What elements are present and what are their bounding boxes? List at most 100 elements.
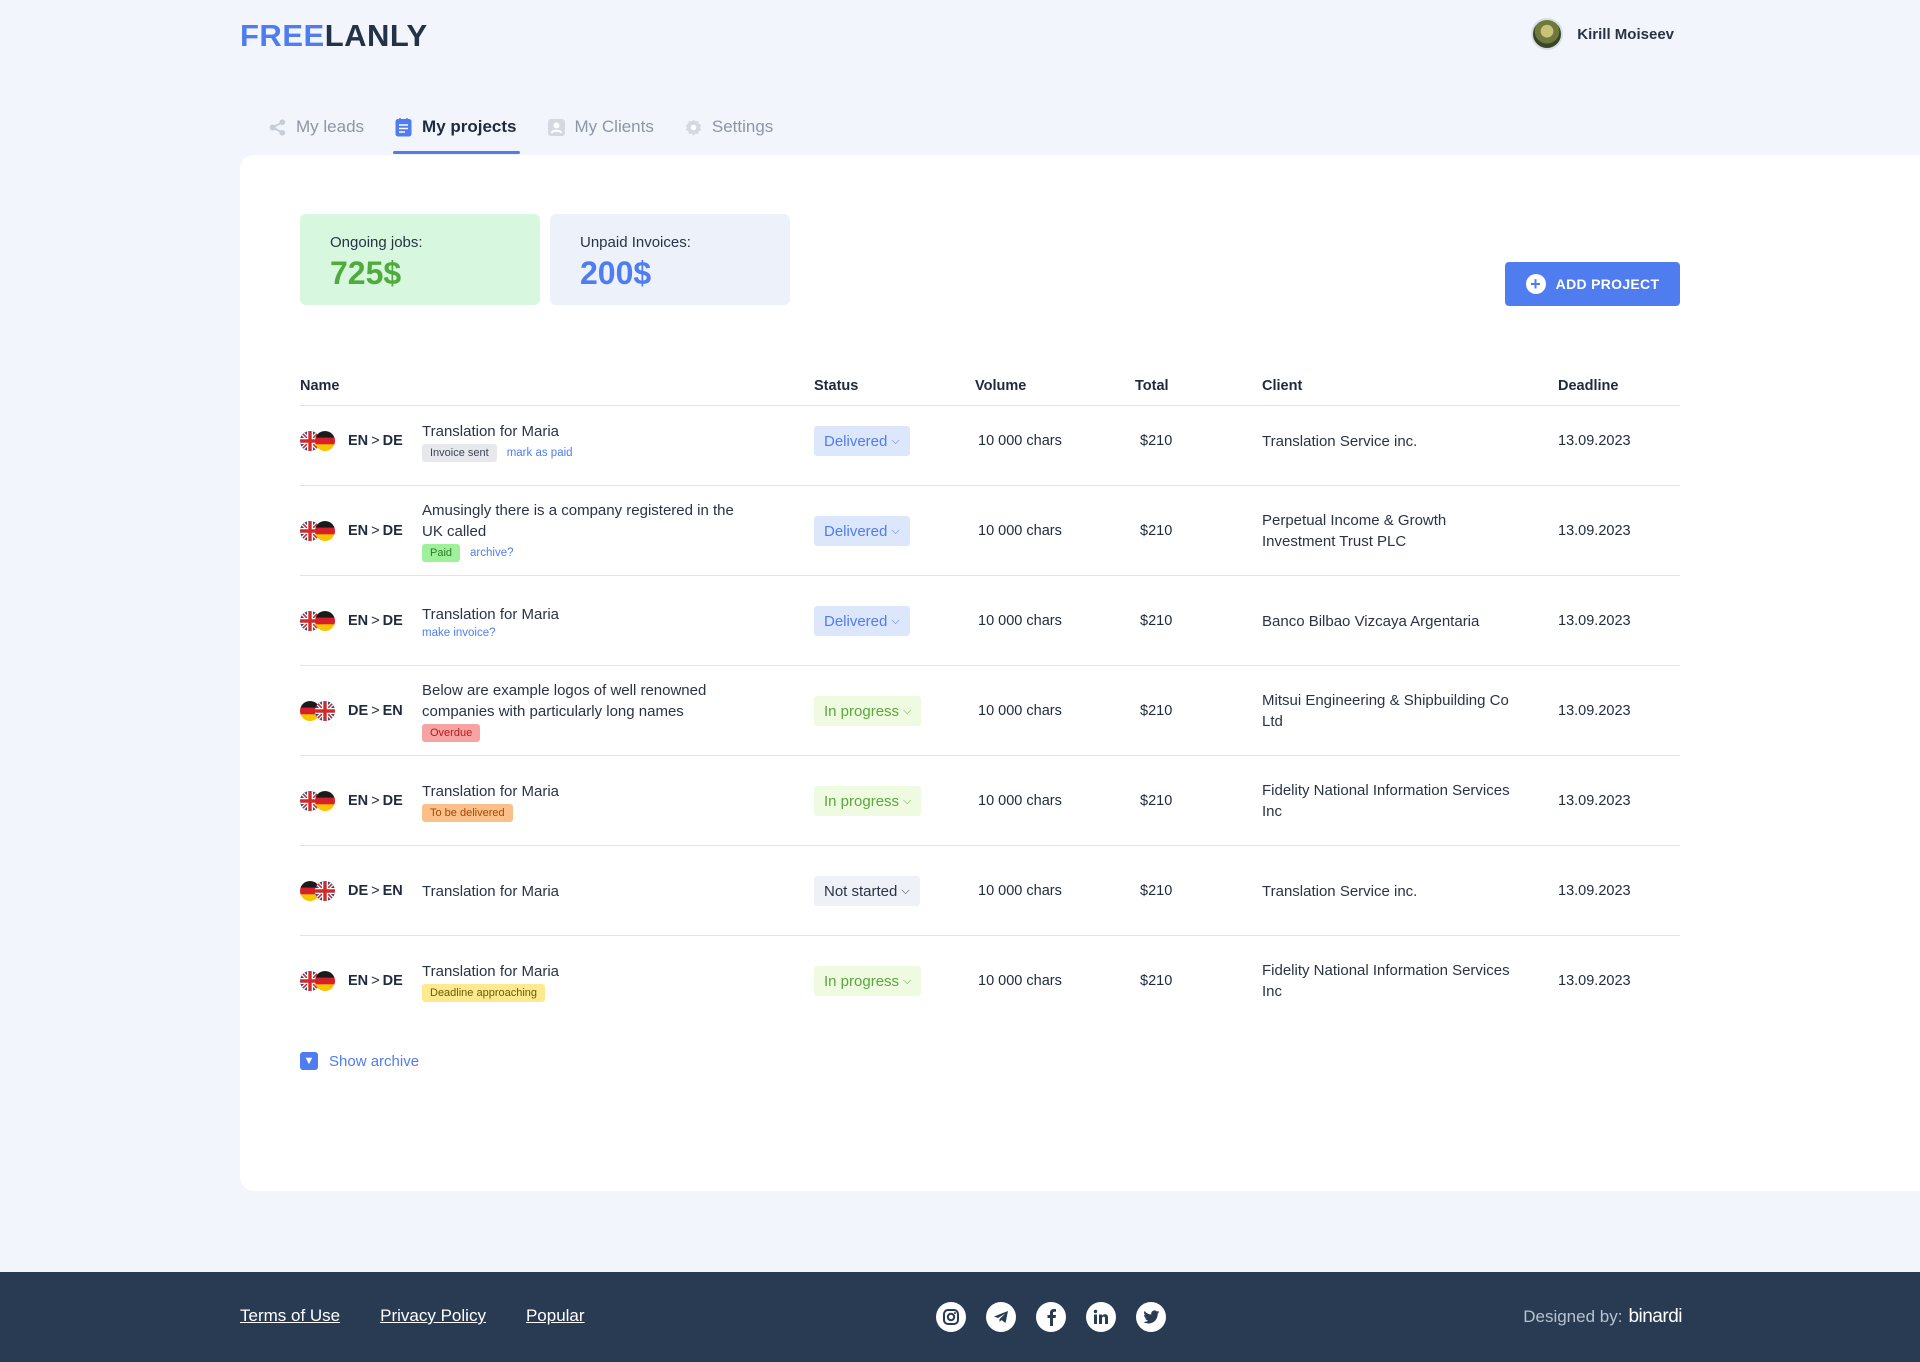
add-project-button[interactable]: + ADD PROJECT <box>1505 262 1680 306</box>
avatar[interactable] <box>1531 18 1564 50</box>
total-value: $210 <box>1140 433 1173 449</box>
logo-part-free: FREE <box>240 18 325 53</box>
total-value: $210 <box>1140 793 1173 809</box>
chevron-down-icon: ⌵ <box>891 614 900 627</box>
deadline-value: 13.09.2023 <box>1558 703 1631 719</box>
designed-by-label: Designed by: <box>1523 1307 1623 1326</box>
status-dropdown[interactable]: Delivered ⌵ <box>814 606 910 636</box>
client-name: Fidelity National Information Services I… <box>1262 782 1510 820</box>
project-name[interactable]: Translation for Maria <box>422 421 559 442</box>
row-action-link[interactable]: make invoice? <box>422 627 496 639</box>
target-language: DE <box>382 613 403 629</box>
table-row[interactable]: DE > EN Translation for Maria Not started ⌵ 10… <box>300 846 1680 936</box>
header-name[interactable]: Name <box>300 378 340 394</box>
project-name[interactable]: Amusingly there is a company registered … <box>422 500 752 542</box>
table-row[interactable]: EN > DE Translation for Maria Deadline appro… <box>300 936 1680 1026</box>
add-project-label: ADD PROJECT <box>1555 276 1660 292</box>
flags <box>300 521 336 541</box>
header-total[interactable]: Total <box>1135 378 1169 394</box>
app-logo[interactable]: FREELANLY <box>240 18 428 54</box>
project-name-cell: Translation for Maria make invoice? <box>422 576 752 666</box>
tab-my-clients[interactable]: My Clients <box>547 108 654 146</box>
total-value: $210 <box>1140 613 1173 629</box>
privacy-link[interactable]: Privacy Policy <box>380 1306 486 1326</box>
row-action-link[interactable]: archive? <box>470 547 513 559</box>
gear-icon <box>684 118 703 137</box>
project-name[interactable]: Translation for Maria <box>422 604 559 625</box>
status-dropdown[interactable]: Delivered ⌵ <box>814 516 910 546</box>
arrow-icon: > <box>371 433 380 449</box>
language-pair: EN > DE <box>300 486 403 576</box>
volume-value: 10 000 chars <box>978 883 1062 899</box>
chevron-down-icon: ⌵ <box>903 704 912 717</box>
tab-my-projects[interactable]: My projects <box>393 108 521 154</box>
table-row[interactable]: EN > DE Translation for Maria To be delivere… <box>300 756 1680 846</box>
table-row[interactable]: EN > DE Amusingly there is a company regist… <box>300 486 1680 576</box>
deadline-value: 13.09.2023 <box>1558 883 1631 899</box>
document-icon <box>394 117 413 137</box>
header-deadline[interactable]: Deadline <box>1558 378 1618 394</box>
twitter-icon[interactable] <box>1136 1302 1166 1332</box>
projects-card: Ongoing jobs: 725$ Unpaid Invoices: 200$… <box>240 155 1920 1191</box>
table-row[interactable]: EN > DE Translation for Maria Invoice sent ma… <box>300 396 1680 486</box>
popular-link[interactable]: Popular <box>526 1306 585 1326</box>
volume-value: 10 000 chars <box>978 973 1062 989</box>
language-pair-label: EN > DE <box>348 523 403 539</box>
unpaid-invoices-stat: Unpaid Invoices: 200$ <box>550 214 790 305</box>
volume-value: 10 000 chars <box>978 523 1062 539</box>
status-dropdown[interactable]: Not started ⌵ <box>814 876 920 906</box>
deadline-value: 13.09.2023 <box>1558 433 1631 449</box>
status-value: Delivered <box>824 522 888 540</box>
row-tags: Deadline approaching <box>422 983 546 1002</box>
table-row[interactable]: EN > DE Translation for Maria make invoice? D… <box>300 576 1680 666</box>
total-value: $210 <box>1140 523 1173 539</box>
project-name[interactable]: Translation for Maria <box>422 961 559 982</box>
project-name-cell: Translation for Maria <box>422 846 752 936</box>
source-language: EN <box>348 793 369 809</box>
footer: Terms of Use Privacy Policy Popular Desi… <box>0 1272 1920 1362</box>
project-name[interactable]: Below are example logos of well renowned… <box>422 680 752 722</box>
instagram-icon[interactable] <box>936 1302 966 1332</box>
table-row[interactable]: DE > EN Below are example logos of well ren… <box>300 666 1680 756</box>
flags <box>300 881 336 901</box>
client-name: Banco Bilbao Vizcaya Argentaria <box>1262 612 1480 630</box>
total-value: $210 <box>1140 883 1173 899</box>
logo-part-lanly: LANLY <box>324 18 428 53</box>
project-name[interactable]: Translation for Maria <box>422 781 559 802</box>
project-name[interactable]: Translation for Maria <box>422 881 559 902</box>
tab-settings[interactable]: Settings <box>684 108 773 146</box>
status-dropdown[interactable]: In progress ⌵ <box>814 966 922 996</box>
row-action-link[interactable]: mark as paid <box>507 447 573 459</box>
user-menu[interactable]: Kirill Moiseev <box>1531 18 1674 50</box>
linkedin-icon[interactable] <box>1086 1302 1116 1332</box>
status-dropdown[interactable]: In progress ⌵ <box>814 786 922 816</box>
header-volume[interactable]: Volume <box>975 378 1026 394</box>
contacts-icon <box>547 118 566 137</box>
designer-logo[interactable]: binardi <box>1628 1306 1682 1328</box>
arrow-icon: > <box>371 883 380 899</box>
show-archive-link[interactable]: ▼ Show archive <box>300 1052 419 1070</box>
facebook-icon[interactable] <box>1036 1302 1066 1332</box>
designer-credit: Designed by: binardi <box>1523 1306 1682 1328</box>
deadline-value: 13.09.2023 <box>1558 613 1631 629</box>
tab-label: My Clients <box>574 117 654 136</box>
total-value: $210 <box>1140 973 1173 989</box>
status-dropdown[interactable]: Delivered ⌵ <box>814 426 910 456</box>
chevron-down-icon: ⌵ <box>903 794 912 807</box>
project-name-cell: Amusingly there is a company registered … <box>422 486 752 576</box>
de-flag-icon <box>315 521 335 541</box>
status-dropdown[interactable]: In progress ⌵ <box>814 696 922 726</box>
chevron-down-icon: ⌵ <box>891 524 900 537</box>
header-client[interactable]: Client <box>1262 378 1302 394</box>
header-status[interactable]: Status <box>814 378 858 394</box>
total-value: $210 <box>1140 703 1173 719</box>
target-language: DE <box>382 973 403 989</box>
tab-my-leads[interactable]: My leads <box>268 108 364 146</box>
flags <box>300 431 336 451</box>
language-pair-label: DE > EN <box>348 883 403 899</box>
telegram-icon[interactable] <box>986 1302 1016 1332</box>
client-name: Mitsui Engineering & Shipbuilding Co Ltd <box>1262 692 1509 730</box>
flags <box>300 791 336 811</box>
terms-link[interactable]: Terms of Use <box>240 1306 340 1326</box>
status-value: Not started <box>824 882 898 900</box>
